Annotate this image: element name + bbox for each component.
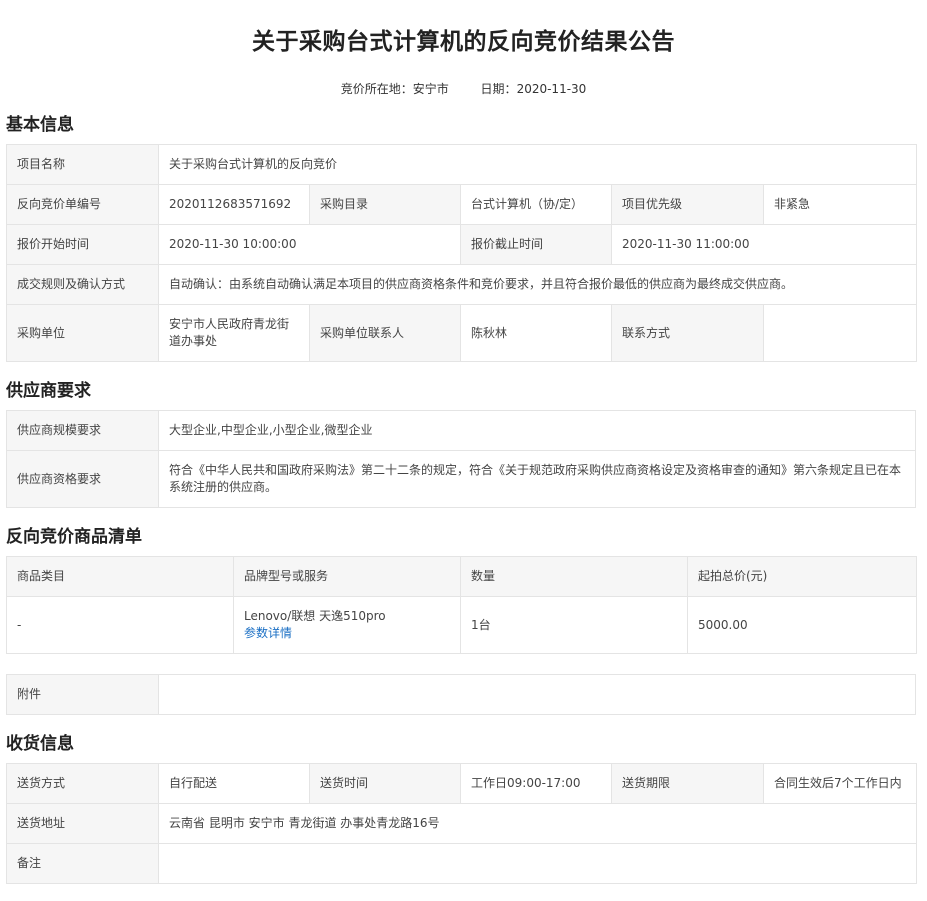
project-name-value: 关于采购台式计算机的反向竞价 bbox=[157, 144, 918, 185]
date-value: 2020-11-30 bbox=[516, 82, 587, 96]
table-row: 采购单位 安宁市人民政府青龙街道办事处 采购单位联系人 陈秋林 联系方式 bbox=[6, 304, 918, 362]
delivery-method-label: 送货方式 bbox=[6, 763, 159, 804]
remark-label: 备注 bbox=[6, 843, 159, 884]
section-title-delivery: 收货信息 bbox=[6, 734, 74, 754]
unit-contact-label: 采购单位联系人 bbox=[309, 304, 461, 362]
goods-qty: 1台 bbox=[460, 596, 688, 654]
start-time-value: 2020-11-30 10:00:00 bbox=[158, 224, 461, 265]
end-time-value: 2020-11-30 11:00:00 bbox=[610, 224, 918, 265]
table-row: 送货地址 云南省 昆明市 安宁市 青龙街道 办事处青龙路16号 bbox=[6, 803, 917, 844]
location-value: 安宁市 bbox=[412, 82, 449, 96]
start-time-label: 报价开始时间 bbox=[6, 224, 159, 265]
goods-table: 商品类目 品牌型号或服务 数量 起拍总价(元) - Lenovo/联想 天逸51… bbox=[6, 556, 917, 654]
supplier-table: 供应商规模要求 大型企业,中型企业,小型企业,微型企业 供应商资格要求 符合《中… bbox=[6, 410, 916, 508]
table-row: 供应商资格要求 符合《中华人民共和国政府采购法》第二十二条的规定，符合《关于规范… bbox=[6, 450, 916, 508]
table-row: 反向竞价单编号 2020112683571692 采购目录 台式计算机（协/定）… bbox=[6, 184, 918, 225]
col-header-category: 商品类目 bbox=[6, 556, 234, 597]
delivery-time-label: 送货时间 bbox=[309, 763, 461, 804]
attachment-table: 附件 bbox=[6, 674, 916, 715]
table-row: 报价开始时间 2020-11-30 10:00:00 报价截止时间 2020-1… bbox=[6, 224, 918, 265]
delivery-period-label: 送货期限 bbox=[611, 763, 764, 804]
purchase-unit-value: 安宁市人民政府青龙街道办事处 bbox=[158, 304, 310, 362]
project-name-label: 项目名称 bbox=[6, 144, 159, 185]
col-header-qty: 数量 bbox=[460, 556, 688, 597]
attachment-value bbox=[158, 674, 916, 715]
delivery-time-value: 工作日09:00-17:00 bbox=[460, 763, 612, 804]
section-title-supplier: 供应商要求 bbox=[6, 381, 91, 401]
basic-info-table: 项目名称 关于采购台式计算机的反向竞价 反向竞价单编号 202011268357… bbox=[6, 144, 918, 362]
delivery-address-value: 云南省 昆明市 安宁市 青龙街道 办事处青龙路16号 bbox=[158, 803, 917, 844]
table-row: 项目名称 关于采购台式计算机的反向竞价 bbox=[6, 144, 918, 185]
date-label: 日期： bbox=[480, 82, 517, 96]
catalog-label: 采购目录 bbox=[309, 184, 461, 225]
page-title: 关于采购台式计算机的反向竞价结果公告 bbox=[252, 29, 675, 55]
goods-brand: Lenovo/联想 天逸510pro bbox=[244, 609, 386, 623]
bid-no-value: 2020112683571692 bbox=[158, 184, 310, 225]
deal-rule-value: 自动确认：由系统自动确认满足本项目的供应商资格条件和竞价要求，并且符合报价最低的… bbox=[157, 264, 918, 305]
goods-category: - bbox=[6, 596, 234, 654]
table-header-row: 商品类目 品牌型号或服务 数量 起拍总价(元) bbox=[6, 556, 917, 597]
bid-no-label: 反向竞价单编号 bbox=[6, 184, 159, 225]
priority-value: 非紧急 bbox=[762, 184, 918, 225]
section-title-basic: 基本信息 bbox=[6, 115, 74, 135]
unit-contact-value: 陈秋林 bbox=[460, 304, 612, 362]
delivery-table: 送货方式 自行配送 送货时间 工作日09:00-17:00 送货期限 合同生效后… bbox=[6, 763, 917, 884]
purchase-unit-label: 采购单位 bbox=[6, 304, 159, 362]
location-label: 竞价所在地： bbox=[340, 82, 413, 96]
table-row: 成交规则及确认方式 自动确认：由系统自动确认满足本项目的供应商资格条件和竞价要求… bbox=[6, 264, 918, 305]
col-header-brand: 品牌型号或服务 bbox=[233, 556, 461, 597]
date-info: 日期：2020-11-30 bbox=[481, 82, 587, 96]
table-row: 送货方式 自行配送 送货时间 工作日09:00-17:00 送货期限 合同生效后… bbox=[6, 763, 917, 804]
delivery-address-label: 送货地址 bbox=[6, 803, 159, 844]
supplier-scale-value: 大型企业,中型企业,小型企业,微型企业 bbox=[158, 410, 916, 451]
supplier-qualification-value: 符合《中华人民共和国政府采购法》第二十二条的规定，符合《关于规范政府采购供应商资… bbox=[158, 450, 916, 508]
end-time-label: 报价截止时间 bbox=[460, 224, 612, 265]
contact-phone-label: 联系方式 bbox=[611, 304, 764, 362]
attachment-label: 附件 bbox=[6, 674, 159, 715]
supplier-qualification-label: 供应商资格要求 bbox=[6, 450, 159, 508]
location-info: 竞价所在地：安宁市 bbox=[341, 82, 449, 96]
deal-rule-label: 成交规则及确认方式 bbox=[6, 264, 159, 305]
table-row: 备注 bbox=[6, 843, 917, 884]
col-header-price: 起拍总价(元) bbox=[687, 556, 917, 597]
catalog-value: 台式计算机（协/定） bbox=[460, 184, 612, 225]
delivery-method-value: 自行配送 bbox=[158, 763, 310, 804]
goods-brand-cell: Lenovo/联想 天逸510pro 参数详情 bbox=[233, 596, 461, 654]
section-title-goods: 反向竞价商品清单 bbox=[6, 527, 142, 547]
remark-value bbox=[158, 843, 917, 884]
goods-price: 5000.00 bbox=[687, 596, 917, 654]
priority-label: 项目优先级 bbox=[611, 184, 764, 225]
table-row: - Lenovo/联想 天逸510pro 参数详情 1台 5000.00 bbox=[6, 596, 917, 654]
delivery-period-value: 合同生效后7个工作日内 bbox=[763, 763, 917, 804]
table-row: 附件 bbox=[6, 674, 916, 715]
supplier-scale-label: 供应商规模要求 bbox=[6, 410, 159, 451]
page-meta: 竞价所在地：安宁市 日期：2020-11-30 bbox=[0, 80, 927, 97]
table-row: 供应商规模要求 大型企业,中型企业,小型企业,微型企业 bbox=[6, 410, 916, 451]
param-detail-link[interactable]: 参数详情 bbox=[244, 625, 450, 642]
contact-phone-value bbox=[762, 304, 918, 362]
